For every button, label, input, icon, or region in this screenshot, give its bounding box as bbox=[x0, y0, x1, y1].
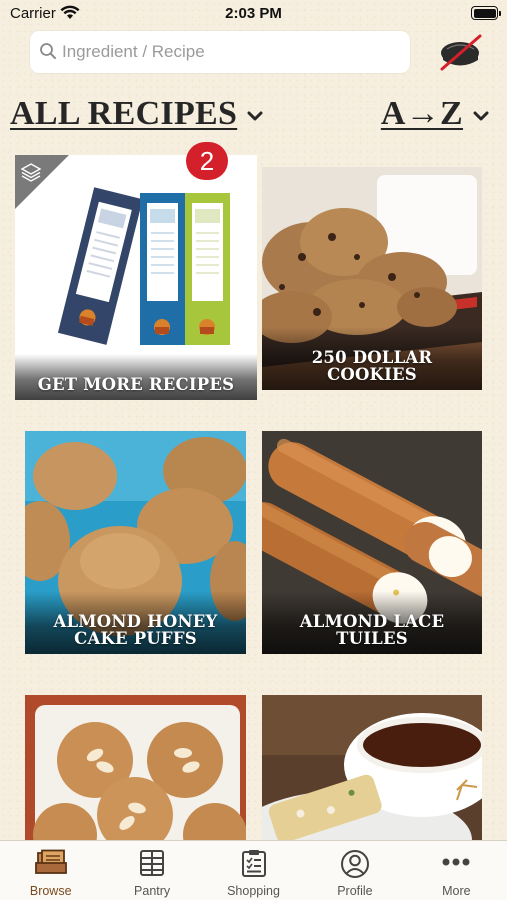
new-recipes-badge: 2 bbox=[186, 142, 228, 180]
shopping-list-icon bbox=[241, 850, 266, 877]
more-icon bbox=[442, 858, 470, 866]
sort-label: A→Z bbox=[380, 95, 463, 132]
recipe-card[interactable] bbox=[25, 695, 246, 840]
browse-icon bbox=[34, 849, 67, 874]
chef-hat-crossed-icon[interactable] bbox=[438, 33, 484, 73]
layers-icon bbox=[20, 163, 42, 182]
tab-label: Browse bbox=[29, 884, 72, 898]
recipe-card[interactable] bbox=[262, 695, 482, 840]
tab-label: Shopping bbox=[227, 884, 280, 898]
chevron-down-icon bbox=[247, 111, 263, 121]
category-selector[interactable]: ALL RECIPES bbox=[10, 95, 263, 133]
sort-selector[interactable]: A→Z bbox=[381, 95, 489, 133]
card-title: ALMOND HONEY CAKE PUFFS bbox=[25, 591, 246, 654]
card-title: GET MORE RECIPES bbox=[15, 354, 257, 400]
card-title bbox=[25, 811, 246, 840]
card-title: 250 DOLLAR COOKIES bbox=[262, 327, 482, 390]
tab-bar: Browse Pantry Shopping Profile More bbox=[0, 840, 507, 900]
status-bar: Carrier 2:03 PM bbox=[0, 0, 507, 28]
card-title: ALMOND LACE TUILES bbox=[262, 591, 482, 654]
recipe-card[interactable]: ALMOND HONEY CAKE PUFFS bbox=[25, 431, 246, 654]
battery-icon bbox=[471, 6, 501, 20]
tab-shopping[interactable]: Shopping bbox=[203, 841, 304, 900]
status-time: 2:03 PM bbox=[225, 5, 282, 22]
tab-more[interactable]: More bbox=[406, 841, 507, 900]
search-input[interactable] bbox=[62, 31, 402, 73]
card-title bbox=[262, 811, 482, 840]
tab-pantry[interactable]: Pantry bbox=[101, 841, 202, 900]
recipe-card[interactable]: ALMOND LACE TUILES bbox=[262, 431, 482, 654]
chevron-down-icon bbox=[473, 111, 489, 121]
tab-label: More bbox=[442, 884, 471, 898]
tab-label: Profile bbox=[337, 884, 373, 898]
profile-icon bbox=[340, 850, 369, 878]
pantry-icon bbox=[140, 850, 165, 876]
filter-row: ALL RECIPES A→Z bbox=[0, 95, 507, 135]
recipe-card[interactable]: 250 DOLLAR COOKIES bbox=[262, 167, 482, 390]
search-bar[interactable] bbox=[30, 31, 410, 73]
search-icon bbox=[40, 43, 56, 59]
category-label: ALL RECIPES bbox=[10, 95, 238, 132]
tab-browse[interactable]: Browse bbox=[0, 841, 101, 900]
get-more-recipes-card[interactable]: GET MORE RECIPES bbox=[15, 155, 257, 400]
tab-profile[interactable]: Profile bbox=[304, 841, 405, 900]
tab-label: Pantry bbox=[134, 884, 171, 898]
